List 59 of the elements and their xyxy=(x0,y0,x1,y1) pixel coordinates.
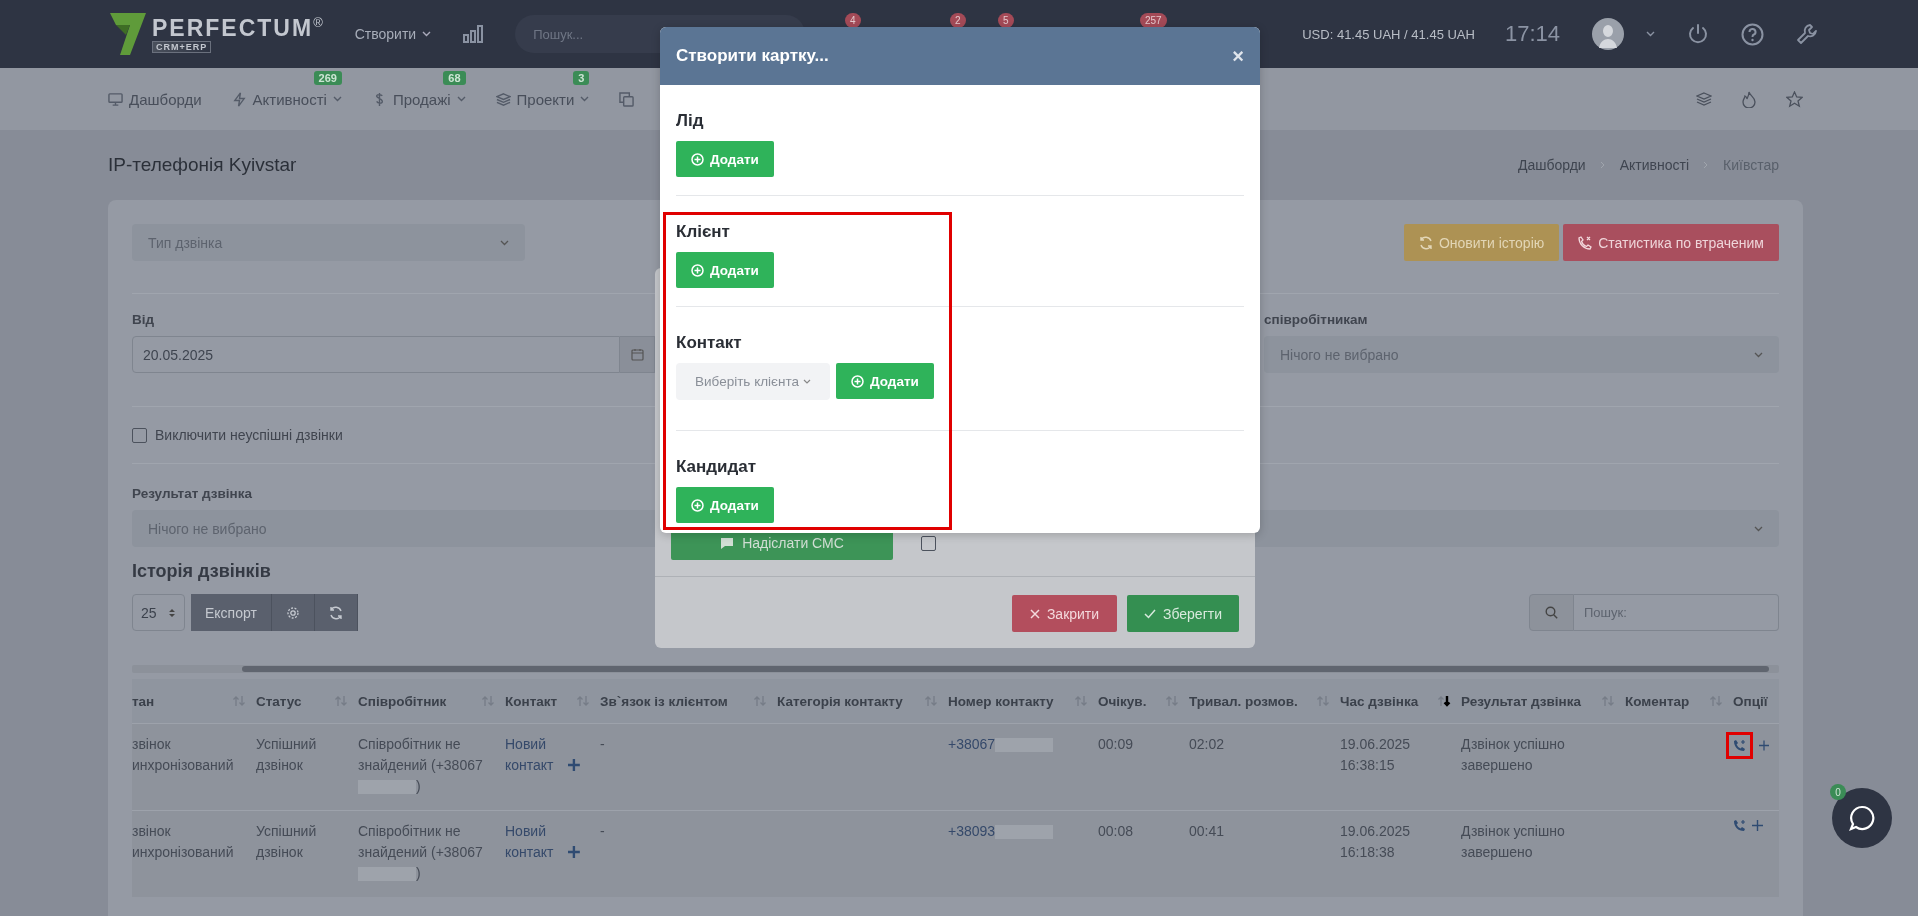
nav-label: Проекти xyxy=(516,90,575,108)
column-title: Коментар xyxy=(1625,693,1690,709)
table-cell-text: Дзвінок успішно завершено xyxy=(1461,735,1566,775)
table-cell: Співробітник не знайдений (+38067 xyxy=(358,823,483,860)
column-title: Тривал. розмов. xyxy=(1189,693,1298,709)
table-cell-text: 19.06.2025 xyxy=(1340,822,1412,841)
table-cell-text: 00:08 xyxy=(1098,822,1135,841)
column-title: Опції xyxy=(1733,693,1768,709)
column-title: Категорія контакту xyxy=(777,693,903,709)
count-badge: 68 xyxy=(443,70,466,85)
column-title: Співробітник xyxy=(358,693,447,709)
field-label: Від xyxy=(132,312,155,327)
table-cell-text: 00:41 xyxy=(1189,822,1226,841)
column-title: Очікув. xyxy=(1098,693,1147,709)
table-cell-text: 02:02 xyxy=(1189,735,1226,754)
logo-text: PERFECTUM xyxy=(152,15,314,41)
column-title: Результат дзвінка xyxy=(1461,693,1581,709)
dialog-title: Створити картку... xyxy=(676,46,829,66)
checkbox-label: Виключити неуспішні дзвінки xyxy=(155,427,343,443)
column-title: Номер контакту xyxy=(948,693,1054,709)
count-badge: 0 xyxy=(1830,784,1846,800)
section-title: Контакт xyxy=(676,333,743,353)
column-title: Контакт xyxy=(505,693,558,709)
page-title: IP-телефонія Kyivstar xyxy=(108,154,297,176)
nav-label: Дашборди xyxy=(129,90,202,108)
currency-rate: USD: 41.45 UAH / 41.45 UAH xyxy=(1302,26,1475,42)
column-title: Зв`язок із клієнтом xyxy=(600,693,728,709)
column-title: Час дзвінка xyxy=(1340,693,1419,709)
field-label: Результат дзвінка xyxy=(132,486,252,501)
column-title: Статус xyxy=(256,693,302,709)
table-cell-text: звінок инхронізований xyxy=(132,822,235,862)
table-cell-text: 16:38:15 xyxy=(1340,756,1396,775)
table-cell-text: 16:18:38 xyxy=(1340,843,1396,862)
table-cell-text: 00:09 xyxy=(1098,735,1135,754)
registered-mark: ® xyxy=(313,15,323,30)
logo-subtitle: CRM+ERP xyxy=(152,41,212,53)
table-cell-text: 19.06.2025 xyxy=(1340,735,1412,754)
clock: 17:14 xyxy=(1504,21,1560,47)
count-badge: 269 xyxy=(313,70,342,85)
section-title: Кандидат xyxy=(676,457,758,477)
table-cell: +38093 xyxy=(948,823,996,839)
column-title: тан xyxy=(132,693,155,709)
nav-label: Активності xyxy=(252,90,327,108)
table-cell: +38067 xyxy=(948,736,996,752)
table-cell-text: Успішний дзвінок xyxy=(256,822,318,862)
nav-label: Продажі xyxy=(392,90,451,108)
table-cell-text: Успішний дзвінок xyxy=(256,735,318,775)
table-cell-text: звінок инхронізований xyxy=(132,735,235,775)
table-cell-text: - xyxy=(600,735,606,754)
table-cell: ) xyxy=(416,778,421,794)
table-cell-text: - xyxy=(600,822,606,841)
table-cell: ) xyxy=(416,865,421,881)
table-cell-text: Дзвінок успішно завершено xyxy=(1461,822,1566,862)
table-cell: Співробітник не знайдений (+38067 xyxy=(358,736,483,773)
section-title: Лід xyxy=(676,111,705,131)
field-label: співробітникам xyxy=(1264,312,1368,327)
section-heading: Історія дзвінків xyxy=(132,561,271,582)
count-badge: 3 xyxy=(573,70,590,85)
section-title: Клієнт xyxy=(676,222,731,242)
